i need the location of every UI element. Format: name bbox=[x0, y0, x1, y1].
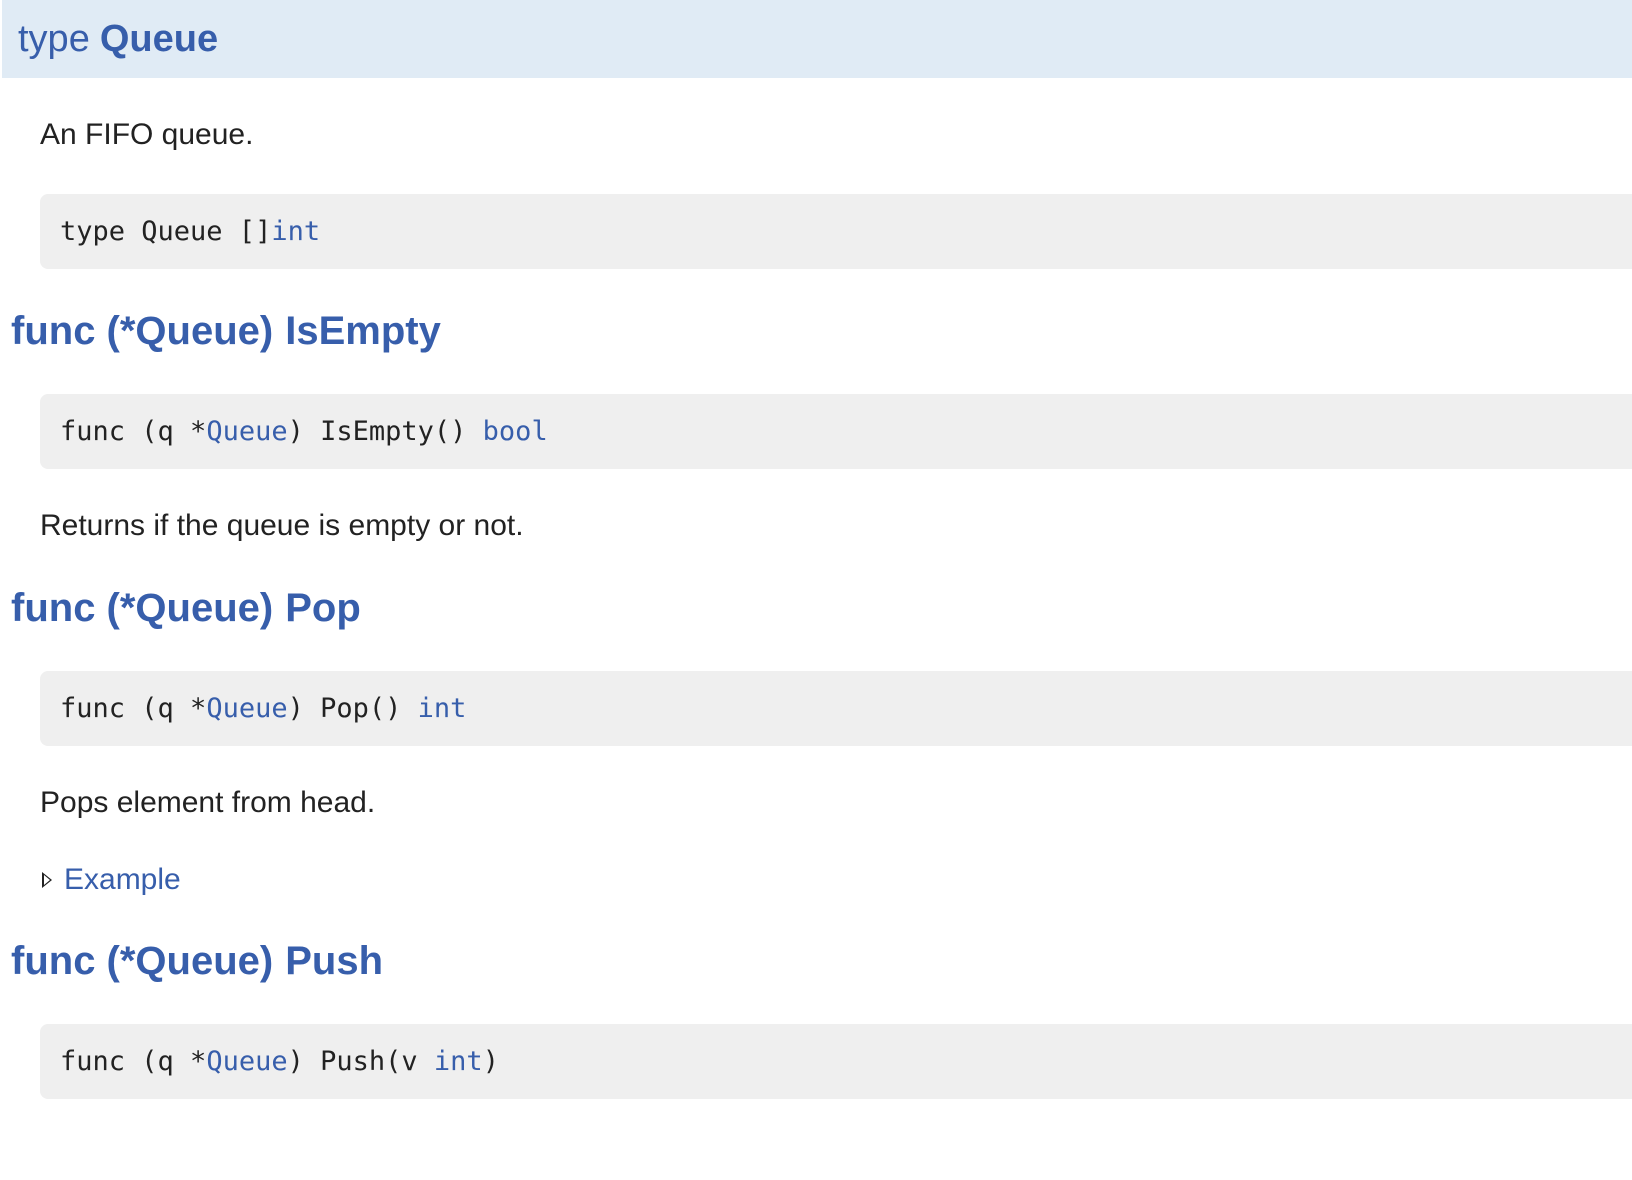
pop-signature-code: func (q * Queue) Pop() int bbox=[40, 671, 1632, 746]
code-text: type Queue [] bbox=[60, 216, 272, 247]
pop-description: Pops element from head. bbox=[40, 786, 376, 819]
isempty-description: Returns if the queue is empty or not. bbox=[40, 509, 524, 542]
type-declaration-code: type Queue [] int bbox=[40, 194, 1632, 269]
method-heading-isempty[interactable]: func (*Queue) IsEmpty bbox=[11, 308, 441, 354]
method-name: Pop bbox=[285, 586, 361, 630]
type-keyword: type bbox=[18, 17, 90, 60]
int-type-link[interactable]: int bbox=[271, 216, 320, 247]
bool-type-link[interactable]: bool bbox=[483, 416, 548, 447]
disclosure-triangle-icon bbox=[42, 872, 52, 888]
code-text: func (q * bbox=[60, 1046, 207, 1077]
example-link[interactable]: Example bbox=[64, 862, 181, 898]
type-queue-header: type Queue bbox=[2, 0, 1632, 78]
queue-type-link[interactable]: Queue bbox=[206, 693, 287, 724]
int-type-link[interactable]: int bbox=[418, 693, 467, 724]
queue-type-link[interactable]: Queue bbox=[206, 1046, 287, 1077]
method-receiver: func (*Queue) bbox=[11, 309, 274, 353]
isempty-signature-code: func (q * Queue) IsEmpty() bool bbox=[40, 394, 1632, 469]
method-receiver: func (*Queue) bbox=[11, 586, 274, 630]
code-text: ) Push(v bbox=[287, 1046, 434, 1077]
queue-type-link[interactable]: Queue bbox=[206, 416, 287, 447]
method-heading-push[interactable]: func (*Queue) Push bbox=[11, 938, 383, 984]
method-name: IsEmpty bbox=[285, 309, 441, 353]
method-receiver: func (*Queue) bbox=[11, 939, 274, 983]
example-toggle[interactable]: Example bbox=[42, 862, 181, 898]
code-text: ) IsEmpty() bbox=[287, 416, 483, 447]
code-text: func (q * bbox=[60, 416, 207, 447]
code-text: ) bbox=[482, 1046, 499, 1077]
method-heading-pop[interactable]: func (*Queue) Pop bbox=[11, 585, 361, 631]
type-description: An FIFO queue. bbox=[40, 118, 254, 151]
int-type-link[interactable]: int bbox=[434, 1046, 483, 1077]
push-signature-code: func (q * Queue) Push(v int) bbox=[40, 1024, 1632, 1099]
code-text: func (q * bbox=[60, 693, 207, 724]
code-text: ) Pop() bbox=[287, 693, 418, 724]
method-name: Push bbox=[285, 939, 384, 983]
type-name-link[interactable]: Queue bbox=[100, 18, 218, 61]
